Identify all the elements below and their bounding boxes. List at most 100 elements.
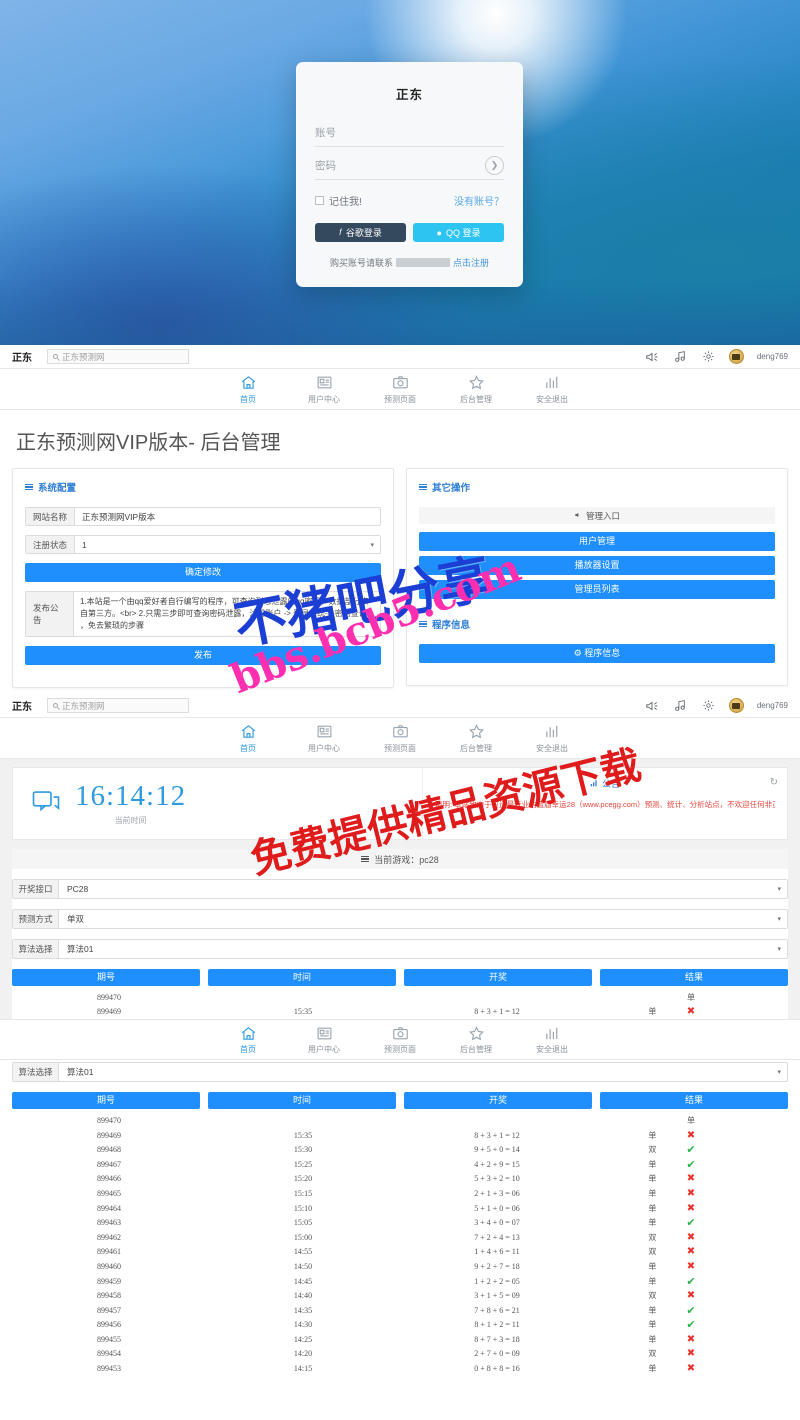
subnav-item-user-center-3[interactable]: 用户中心 (303, 1024, 345, 1055)
cell-period: 899469 (97, 1007, 121, 1017)
subnav-label-home: 首页 (240, 394, 256, 404)
gear-icon[interactable] (701, 698, 716, 713)
cell-time: 15:05 (293, 1218, 313, 1228)
subnav-item-home-3[interactable]: 首页 (227, 1024, 269, 1055)
player-settings-button[interactable]: 播放器设置 (419, 556, 775, 575)
subnav-item-home[interactable]: 首页 (227, 374, 269, 405)
clock-left: 16:14:12 当前时间 (13, 768, 423, 839)
password-field[interactable]: 密码 ❯ (315, 152, 504, 180)
cross-icon: ✖ (686, 1260, 696, 1272)
gear-icon[interactable] (701, 349, 716, 364)
subnav-item-user-center[interactable]: 用户中心 (303, 374, 345, 405)
subnav-item-home-2[interactable]: 首页 (227, 723, 269, 754)
col-result-3[interactable]: 结果 (600, 1092, 788, 1110)
google-login-label: 谷歌登录 (345, 228, 382, 238)
check-icon: ✔ (686, 1144, 696, 1157)
search-input[interactable]: 正东预测网 (47, 349, 189, 364)
cell-draw: 7 + 2 + 4 = 13 (474, 1232, 520, 1242)
remember-me-checkbox[interactable]: 记住我! (315, 193, 362, 208)
menu-icon (361, 855, 370, 863)
subnav-item-logout-2[interactable]: 安全退出 (531, 723, 573, 754)
subnav-item-admin[interactable]: 后台管理 (455, 374, 497, 405)
cell-result: 单 (594, 1115, 788, 1126)
megaphone-icon[interactable] (645, 349, 660, 364)
col-period[interactable]: 期号 (12, 969, 200, 986)
subnav-item-admin-3[interactable]: 后台管理 (455, 1024, 497, 1055)
algorithm-select-3[interactable]: 算法01 (59, 1063, 777, 1081)
cell-time: 14:40 (293, 1291, 313, 1301)
site-name-input[interactable]: 正东预测网VIP版本 (75, 508, 380, 525)
cell-draw: 0 + 8 + 8 = 16 (474, 1364, 520, 1374)
refresh-icon[interactable]: ↻ (770, 777, 778, 788)
admin-section: 正东预测网VIP版本- 后台管理 系统配置 网站名称 正东预测网VIP版本 注册… (0, 410, 800, 688)
cell-result: 单 ✖ (594, 1006, 788, 1017)
subnav-item-prediction[interactable]: 预测页面 (379, 374, 421, 405)
confirm-modify-button[interactable]: 确定修改 (25, 563, 381, 582)
chevron-down-icon: ▾ (777, 886, 781, 893)
col-time-3[interactable]: 时间 (208, 1092, 396, 1110)
music-icon[interactable] (673, 349, 688, 364)
prediction-value: 单 (648, 1188, 657, 1198)
program-info-button[interactable]: ⚙ 程序信息 (419, 644, 775, 663)
avatar[interactable] (728, 698, 744, 713)
music-icon[interactable] (673, 698, 688, 713)
cell-result: 双 ✖ (594, 1246, 788, 1257)
register-link[interactable]: 点击注册 (453, 256, 489, 269)
subnav-item-logout[interactable]: 安全退出 (531, 374, 573, 405)
notice-textarea[interactable]: 1.本站是一个由qq爱好者自行编写的程序，可查询到您泄露的qq密码，数据部分来自… (74, 592, 380, 636)
search-input-second[interactable]: 正东预测网 (47, 698, 189, 713)
prediction-value: 单 (648, 1334, 657, 1344)
subnav-item-user-center-2[interactable]: 用户中心 (303, 723, 345, 754)
prediction-value: 双 (648, 1232, 657, 1242)
search-icon (53, 703, 58, 708)
user-management-button[interactable]: 用户管理 (419, 532, 775, 551)
algorithm-select[interactable]: 算法01 (59, 940, 777, 958)
qq-login-button[interactable]: ● QQ 登录 (413, 223, 504, 242)
main-subnav: 首页 用户中心 预测页面 后台管理 安全退出 (0, 369, 800, 410)
predict-mode-select[interactable]: 单双 (59, 910, 777, 928)
megaphone-icon (574, 511, 582, 521)
id-card-icon (303, 374, 345, 392)
nav-logo[interactable]: 正东 (12, 349, 32, 364)
admin-list-button[interactable]: 管理员列表 (419, 580, 775, 599)
cell-result: 单 ✖ (594, 1261, 788, 1272)
cross-icon: ✖ (686, 1290, 696, 1302)
reg-status-select[interactable]: 1 (75, 536, 370, 553)
cell-draw: 3 + 4 + 0 = 07 (474, 1218, 520, 1228)
algorithm-row: 算法选择 算法01 ▾ (12, 939, 788, 959)
subnav-item-admin-2[interactable]: 后台管理 (455, 723, 497, 754)
cell-result: 单 ✖ (594, 1334, 788, 1345)
col-draw[interactable]: 开奖 (404, 969, 592, 986)
notice-label: 发布公告 (26, 592, 74, 636)
top-navbar-second: 正东 正东预测网 deng769 (0, 694, 800, 718)
chevron-right-icon[interactable]: ❯ (485, 156, 504, 175)
col-time[interactable]: 时间 (208, 969, 396, 986)
draw-api-select[interactable]: PC28 (59, 880, 777, 898)
login-options-row: 记住我! 没有账号？ (315, 193, 504, 208)
subnav-item-prediction-3[interactable]: 预测页面 (379, 1024, 421, 1055)
cross-icon: ✖ (686, 1231, 696, 1243)
subnav-item-logout-3[interactable]: 安全退出 (531, 1024, 573, 1055)
camera-icon (379, 374, 421, 392)
program-info-heading: 程序信息 (419, 617, 775, 631)
menu-icon (25, 483, 33, 491)
nav-logo-second[interactable]: 正东 (12, 698, 32, 713)
no-account-link[interactable]: 没有账号？ (454, 193, 504, 208)
signal-icon (590, 779, 598, 789)
account-field[interactable]: 账号 (315, 119, 504, 147)
cross-icon: ✖ (686, 1187, 696, 1199)
avatar[interactable] (728, 349, 744, 364)
col-draw-3[interactable]: 开奖 (404, 1092, 592, 1110)
results-table-body: 899470 单 899469 15:35 8 + 3 + 1 = 12 单 ✖ 899468… (12, 1113, 788, 1376)
col-period-3[interactable]: 期号 (12, 1092, 200, 1110)
google-login-button[interactable]: 𝑓 谷歌登录 (315, 223, 406, 242)
cell-draw: 1 + 2 + 2 = 05 (474, 1276, 520, 1286)
remember-me-label: 记住我! (329, 197, 362, 208)
subnav-item-prediction-2[interactable]: 预测页面 (379, 723, 421, 754)
publish-button[interactable]: 发布 (25, 646, 381, 665)
table-row: 899470 单 (12, 990, 788, 1005)
table-row: 899463 15:05 3 + 4 + 0 = 07 单 ✔ (12, 1215, 788, 1230)
megaphone-icon[interactable] (645, 698, 660, 713)
reg-status-row: 注册状态 1 ▾ (25, 535, 381, 554)
col-result[interactable]: 结果 (600, 969, 788, 986)
